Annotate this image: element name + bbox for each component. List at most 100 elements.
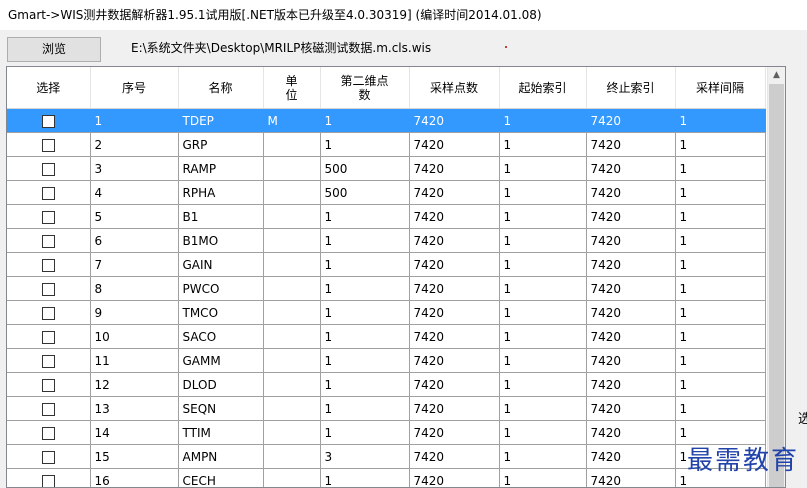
row-checkbox[interactable] — [41, 378, 55, 392]
cell-dim2: 1 — [320, 252, 410, 277]
cell-samples: 7420 — [409, 108, 500, 133]
cell-name: DLOD — [178, 372, 264, 397]
table-body: 1 TDEP M 1 7420 1 7420 1 2 GRP 1 7420 1 7420 1 3 RAMP 500… — [7, 108, 766, 487]
row-checkbox[interactable] — [41, 474, 55, 487]
select-cell — [7, 348, 91, 373]
select-cell — [7, 396, 91, 421]
row-checkbox[interactable] — [41, 450, 55, 464]
cell-unit — [263, 180, 321, 205]
row-checkbox[interactable] — [41, 138, 55, 152]
table-row[interactable]: 15 AMPN 3 7420 1 7420 1 — [7, 444, 766, 469]
window-title: Gmart->WIS测井数据解析器1.95.1试用版[.NET版本已升级至4.0… — [0, 0, 807, 30]
cell-index: 10 — [90, 324, 179, 349]
select-cell — [7, 204, 91, 229]
row-checkbox[interactable] — [41, 210, 55, 224]
table-row[interactable]: 5 B1 1 7420 1 7420 1 — [7, 204, 766, 229]
cell-index: 13 — [90, 396, 179, 421]
cell-name: GAMM — [178, 348, 264, 373]
select-cell — [7, 132, 91, 157]
row-checkbox[interactable] — [41, 354, 55, 368]
table-row[interactable]: 8 PWCO 1 7420 1 7420 1 — [7, 276, 766, 301]
row-checkbox[interactable] — [41, 114, 55, 128]
select-cell — [7, 252, 91, 277]
cell-unit: M — [263, 108, 321, 133]
vertical-scrollbar[interactable]: ▲ — [767, 67, 785, 487]
cell-name: GRP — [178, 132, 264, 157]
cell-index: 5 — [90, 204, 179, 229]
cell-interval: 1 — [675, 324, 766, 349]
row-checkbox[interactable] — [41, 234, 55, 248]
browse-button[interactable]: 浏览 — [7, 37, 101, 62]
table-row[interactable]: 12 DLOD 1 7420 1 7420 1 — [7, 372, 766, 397]
table-row[interactable]: 9 TMCO 1 7420 1 7420 1 — [7, 300, 766, 325]
cell-samples: 7420 — [409, 444, 500, 469]
cell-name: RPHA — [178, 180, 264, 205]
cell-end: 7420 — [586, 228, 676, 253]
cell-index: 6 — [90, 228, 179, 253]
file-path-label: E:\系统文件夹\Desktop\MRILP核磁测试数据.m.cls.wis — [131, 41, 432, 55]
cell-end: 7420 — [586, 108, 676, 133]
chevron-up-icon[interactable]: ▲ — [768, 67, 785, 84]
cell-samples: 7420 — [409, 276, 500, 301]
column-header[interactable]: 起始索引 — [499, 67, 587, 109]
cell-dim2: 1 — [320, 420, 410, 445]
cell-index: 3 — [90, 156, 179, 181]
cell-name: B1MO — [178, 228, 264, 253]
cell-end: 7420 — [586, 468, 676, 487]
cell-interval: 1 — [675, 372, 766, 397]
column-header[interactable]: 采样点数 — [409, 67, 500, 109]
column-header[interactable]: 第二维点 数 — [320, 67, 410, 109]
column-header[interactable]: 序号 — [90, 67, 179, 109]
cell-end: 7420 — [586, 444, 676, 469]
column-header[interactable]: 采样间隔 — [675, 67, 766, 109]
row-checkbox[interactable] — [41, 258, 55, 272]
cell-end: 7420 — [586, 324, 676, 349]
table-row[interactable]: 2 GRP 1 7420 1 7420 1 — [7, 132, 766, 157]
table-row[interactable]: 13 SEQN 1 7420 1 7420 1 — [7, 396, 766, 421]
row-checkbox[interactable] — [41, 330, 55, 344]
table-row[interactable]: 3 RAMP 500 7420 1 7420 1 — [7, 156, 766, 181]
table-row[interactable]: 7 GAIN 1 7420 1 7420 1 — [7, 252, 766, 277]
select-cell — [7, 420, 91, 445]
table-row[interactable]: 16 CECH 1 7420 1 7420 1 — [7, 468, 766, 487]
cell-unit — [263, 300, 321, 325]
data-grid[interactable]: 选择 序号 名称单 位第二维点 数采样点数 起始索引 终止索引 采样间隔 1 TDEP M 1 7… — [6, 66, 786, 488]
cell-dim2: 1 — [320, 108, 410, 133]
row-checkbox[interactable] — [41, 306, 55, 320]
scrollbar-thumb[interactable] — [769, 84, 784, 487]
cell-interval: 1 — [675, 132, 766, 157]
row-checkbox[interactable] — [41, 162, 55, 176]
cell-unit — [263, 132, 321, 157]
table-row[interactable]: 6 B1MO 1 7420 1 7420 1 — [7, 228, 766, 253]
cell-end: 7420 — [586, 180, 676, 205]
table-row[interactable]: 4 RPHA 500 7420 1 7420 1 — [7, 180, 766, 205]
row-checkbox[interactable] — [41, 282, 55, 296]
column-header[interactable]: 单 位 — [263, 67, 321, 109]
cell-index: 7 — [90, 252, 179, 277]
select-cell — [7, 372, 91, 397]
row-checkbox[interactable] — [41, 402, 55, 416]
table-header-row: 选择 序号 名称单 位第二维点 数采样点数 起始索引 终止索引 采样间隔 — [7, 67, 766, 109]
cell-samples: 7420 — [409, 468, 500, 487]
column-header[interactable]: 名称 — [178, 67, 264, 109]
table-row[interactable]: 14 TTIM 1 7420 1 7420 1 — [7, 420, 766, 445]
cell-start: 1 — [499, 420, 587, 445]
cell-dim2: 1 — [320, 228, 410, 253]
select-cell — [7, 276, 91, 301]
cell-end: 7420 — [586, 348, 676, 373]
column-header[interactable]: 选择 — [7, 67, 91, 109]
cell-samples: 7420 — [409, 252, 500, 277]
cell-start: 1 — [499, 276, 587, 301]
table-row[interactable]: 11 GAMM 1 7420 1 7420 1 — [7, 348, 766, 373]
cell-interval: 1 — [675, 204, 766, 229]
cell-interval: 1 — [675, 276, 766, 301]
cell-unit — [263, 228, 321, 253]
row-checkbox[interactable] — [41, 426, 55, 440]
row-checkbox[interactable] — [41, 186, 55, 200]
select-cell — [7, 108, 91, 133]
table-row[interactable]: 10 SACO 1 7420 1 7420 1 — [7, 324, 766, 349]
column-header[interactable]: 终止索引 — [586, 67, 676, 109]
cell-unit — [263, 156, 321, 181]
cell-index: 12 — [90, 372, 179, 397]
table-row[interactable]: 1 TDEP M 1 7420 1 7420 1 — [7, 108, 766, 133]
